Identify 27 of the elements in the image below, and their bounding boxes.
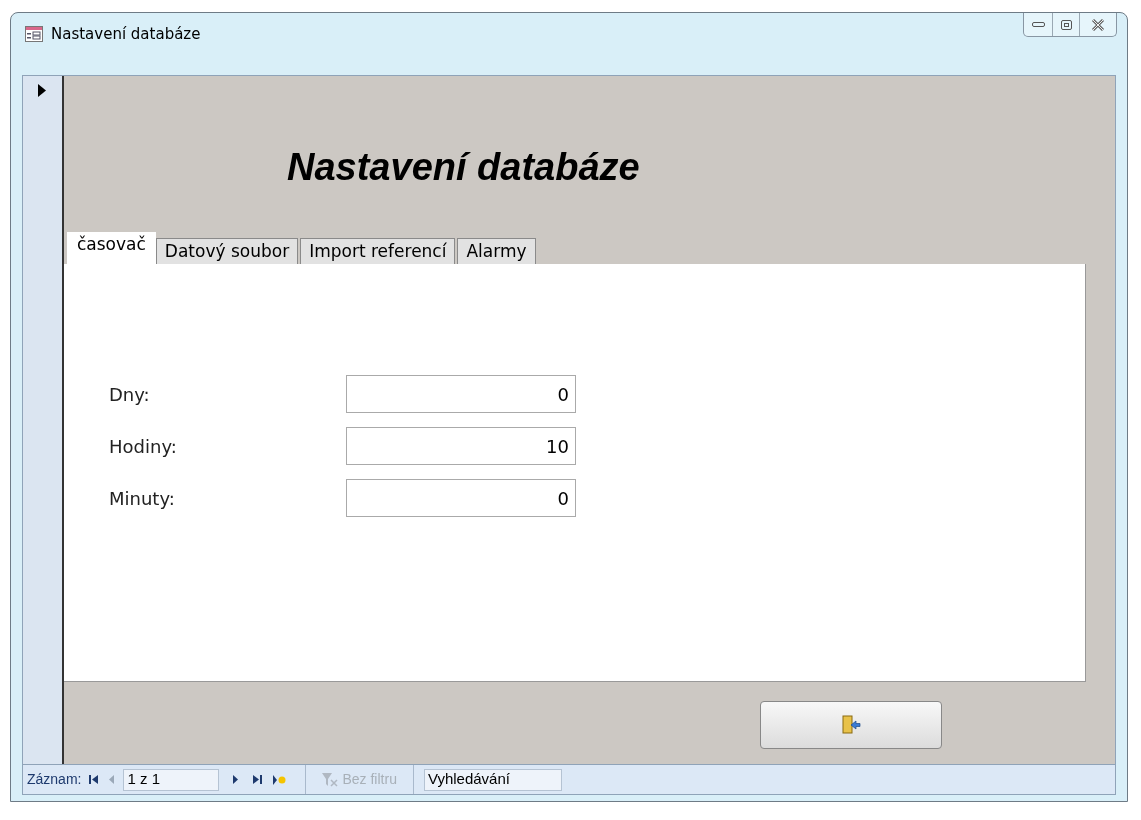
last-record-icon <box>253 775 263 784</box>
filter-icon <box>322 772 339 787</box>
record-selector[interactable] <box>23 76 64 764</box>
record-position-field[interactable]: 1 z 1 <box>123 768 220 791</box>
field-label: Minuty: <box>109 486 176 511</box>
previous-record-icon <box>109 775 115 784</box>
first-record-icon <box>89 775 99 784</box>
field-label: Dny: <box>109 382 151 407</box>
search-field[interactable]: Vyhledávání <box>423 768 562 791</box>
tab[interactable]: časovač <box>67 232 156 264</box>
record-label: Záznam: <box>26 770 82 789</box>
tab[interactable]: Alarmy <box>457 238 536 265</box>
form-icon <box>25 26 43 43</box>
current-record-icon <box>38 84 46 97</box>
exit-door-icon <box>841 715 861 735</box>
close-icon <box>1091 18 1105 31</box>
next-record-icon <box>233 775 239 784</box>
tab[interactable]: Import referencí <box>300 238 456 265</box>
tab[interactable]: Datový soubor <box>155 238 299 265</box>
close-form-button[interactable] <box>760 701 942 749</box>
number-field[interactable]: 0 <box>346 479 576 517</box>
number-field[interactable]: 10 <box>346 427 576 465</box>
window-title: Nastavení databáze <box>51 24 201 45</box>
form-heading: Nastavení databáze <box>287 145 640 190</box>
number-field[interactable]: 0 <box>346 375 576 413</box>
new-record-icon <box>273 774 288 785</box>
field-label: Hodiny: <box>109 434 178 459</box>
